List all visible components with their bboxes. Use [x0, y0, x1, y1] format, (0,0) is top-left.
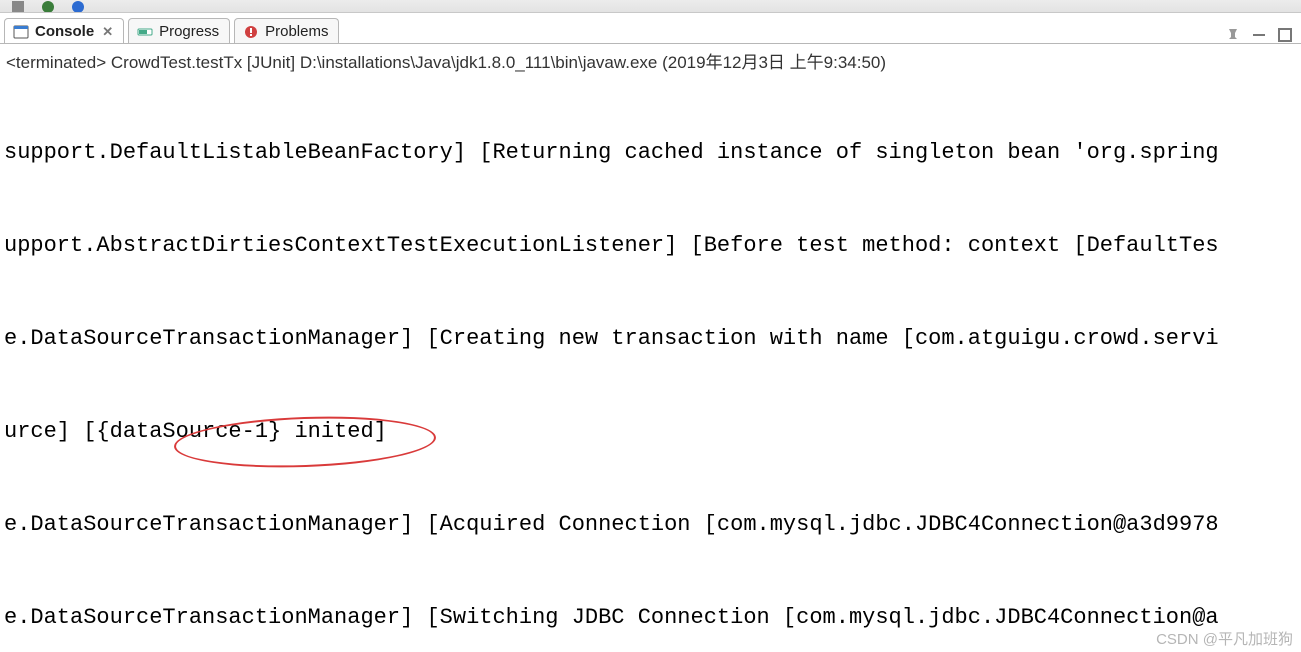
- minimize-icon[interactable]: [1251, 27, 1267, 43]
- console-output[interactable]: support.DefaultListableBeanFactory] [Ret…: [0, 75, 1301, 652]
- console-icon: [13, 24, 29, 40]
- log-line: e.DataSourceTransactionManager] [Switchi…: [4, 602, 1301, 633]
- tab-console[interactable]: Console ✕: [4, 18, 124, 43]
- progress-icon: [137, 24, 153, 40]
- toolbar-button[interactable]: [70, 0, 86, 13]
- view-tab-bar: Console ✕ Progress Problems: [0, 13, 1301, 44]
- tab-label: Progress: [159, 23, 219, 40]
- launch-status: <terminated> CrowdTest.testTx [JUnit] D:…: [0, 44, 1301, 75]
- close-icon[interactable]: ✕: [102, 24, 113, 40]
- toolbar-button[interactable]: [40, 0, 56, 13]
- log-line: upport.AbstractDirtiesContextTestExecuti…: [4, 230, 1301, 261]
- maximize-icon[interactable]: [1277, 27, 1293, 43]
- log-line: urce] [{dataSource-1} inited]: [4, 416, 1301, 447]
- tab-label: Problems: [265, 23, 328, 40]
- log-line: e.DataSourceTransactionManager] [Acquire…: [4, 509, 1301, 540]
- toolbar-button[interactable]: [10, 0, 26, 13]
- main-toolbar: [0, 0, 1301, 13]
- tab-label: Console: [35, 23, 94, 40]
- log-line: e.DataSourceTransactionManager] [Creatin…: [4, 323, 1301, 354]
- log-line: support.DefaultListableBeanFactory] [Ret…: [4, 137, 1301, 168]
- problems-icon: [243, 24, 259, 40]
- pin-icon[interactable]: [1225, 27, 1241, 43]
- tab-progress[interactable]: Progress: [128, 18, 230, 43]
- tab-problems[interactable]: Problems: [234, 18, 339, 43]
